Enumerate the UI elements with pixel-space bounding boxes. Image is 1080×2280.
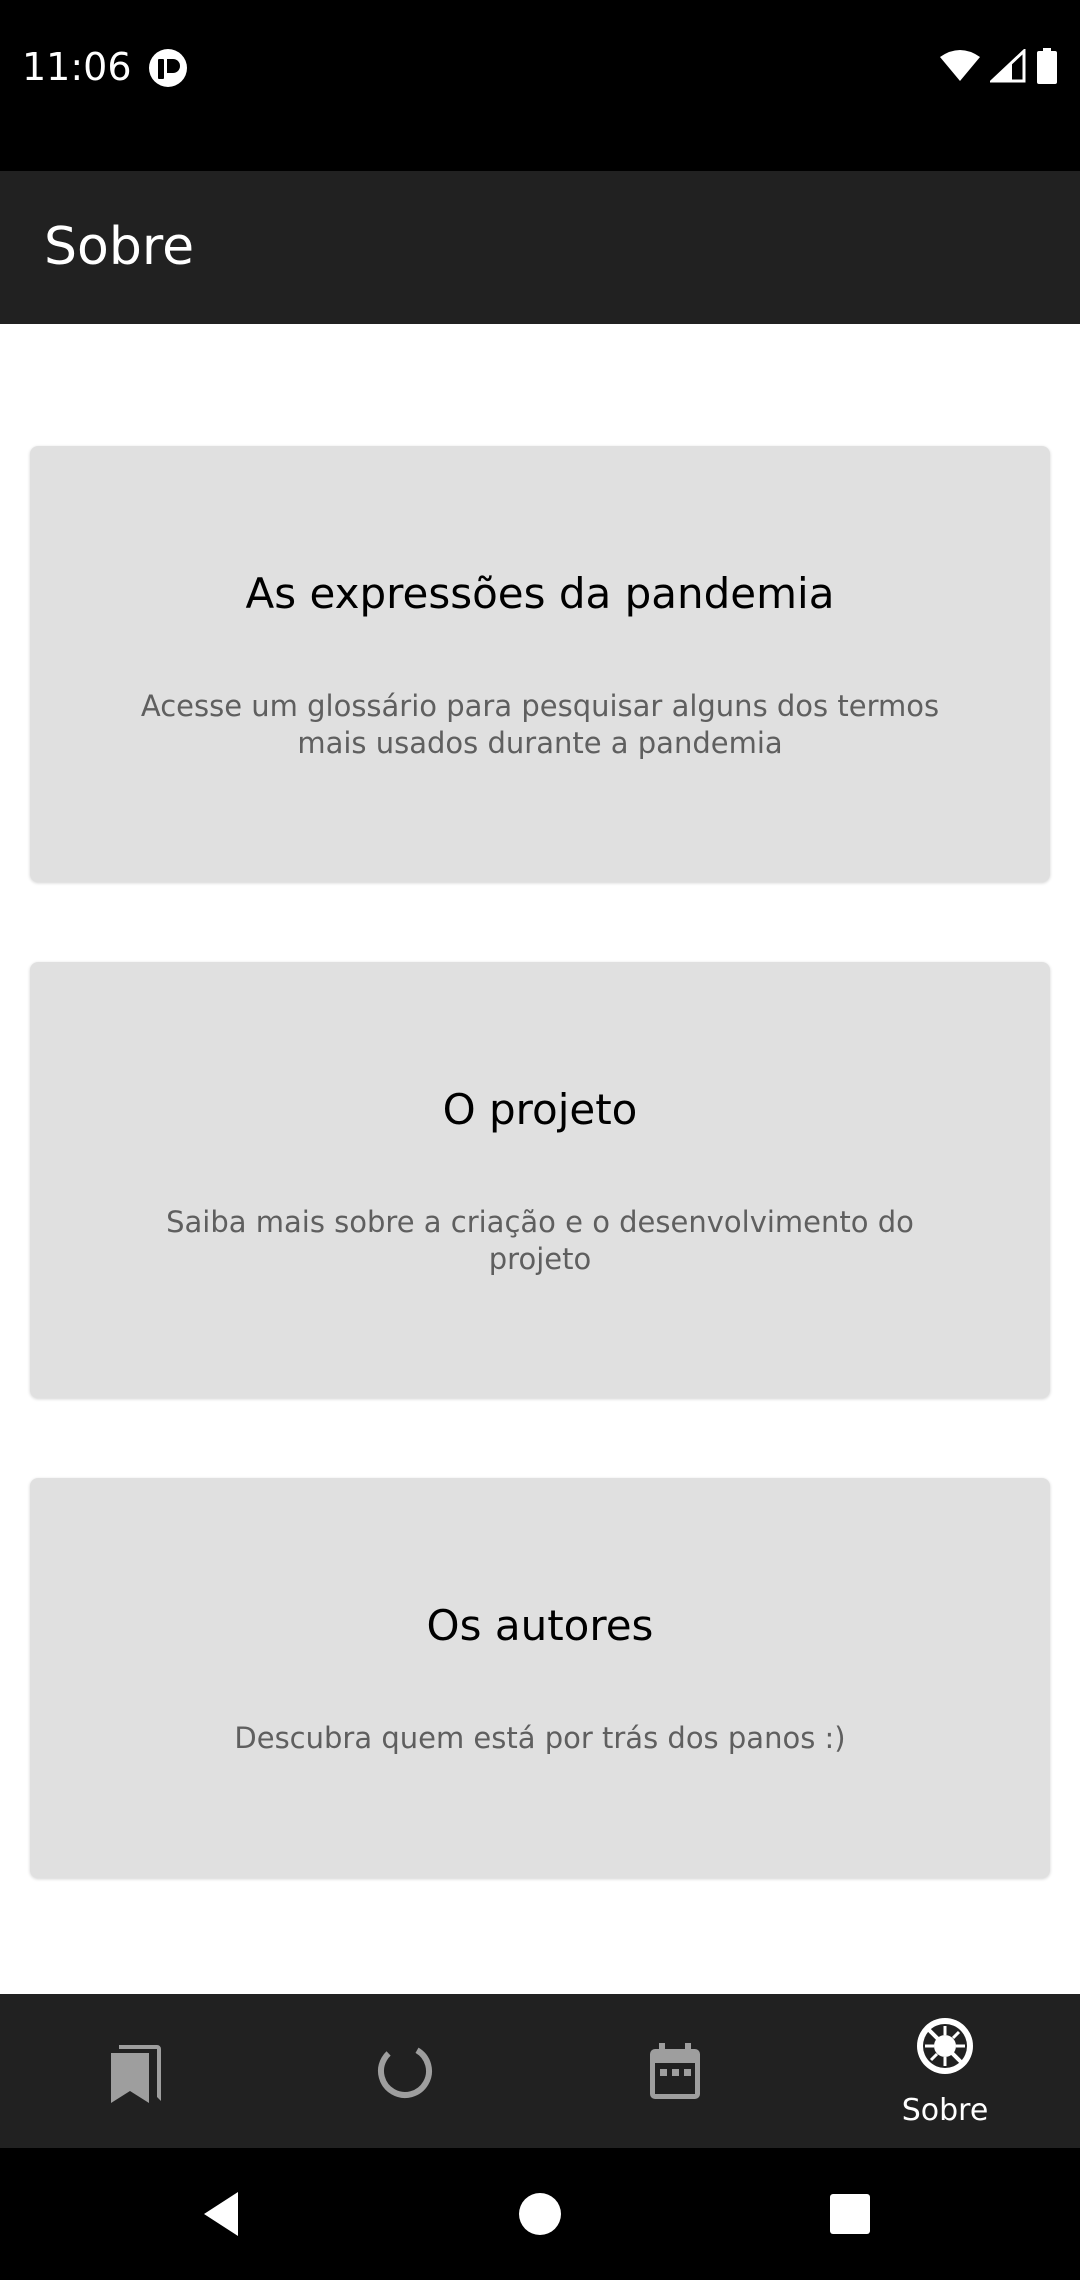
- nav-item-bookmarks[interactable]: [0, 1994, 270, 2148]
- card-description: Acesse um glossário para pesquisar algun…: [140, 689, 940, 760]
- bookmarks-icon: [105, 2039, 165, 2103]
- status-bar: 11:06: [0, 0, 1080, 171]
- virus-icon: [915, 2016, 975, 2076]
- back-icon[interactable]: [196, 2184, 256, 2244]
- card-description: Descubra quem está por trás dos panos :): [234, 1721, 846, 1755]
- card-expressions[interactable]: As expressões da pandemia Acesse um glos…: [30, 446, 1050, 882]
- content-area: As expressões da pandemia Acesse um glos…: [0, 324, 1080, 1994]
- app-bar: Sobre: [0, 171, 1080, 324]
- bottom-navigation: Sobre: [0, 1994, 1080, 2148]
- system-navigation-bar: [0, 2148, 1080, 2280]
- recents-icon[interactable]: [820, 2184, 880, 2244]
- nav-item-progress[interactable]: [270, 1994, 540, 2148]
- nav-label-sobre: Sobre: [901, 2093, 989, 2128]
- wifi-icon: [940, 49, 980, 87]
- card-description: Saiba mais sobre a criação e o desenvolv…: [166, 1205, 914, 1276]
- app-notification-icon: [148, 48, 188, 88]
- battery-icon: [1036, 48, 1058, 88]
- nav-item-calendar[interactable]: [540, 1994, 810, 2148]
- nav-item-sobre[interactable]: Sobre: [810, 1994, 1080, 2148]
- card-title: Os autores: [426, 1601, 654, 1650]
- status-time: 11:06: [22, 45, 132, 89]
- status-icons: [940, 47, 1058, 88]
- card-project[interactable]: O projeto Saiba mais sobre a criação e o…: [30, 962, 1050, 1398]
- cell-signal-icon: [988, 47, 1026, 87]
- page-title: Sobre: [44, 217, 195, 277]
- card-title: As expressões da pandemia: [245, 569, 835, 618]
- card-authors[interactable]: Os autores Descubra quem está por trás d…: [30, 1478, 1050, 1878]
- calendar-icon: [645, 2039, 705, 2099]
- card-title: O projeto: [442, 1085, 638, 1134]
- home-icon[interactable]: [510, 2184, 570, 2244]
- loading-circle-icon: [375, 2039, 435, 2099]
